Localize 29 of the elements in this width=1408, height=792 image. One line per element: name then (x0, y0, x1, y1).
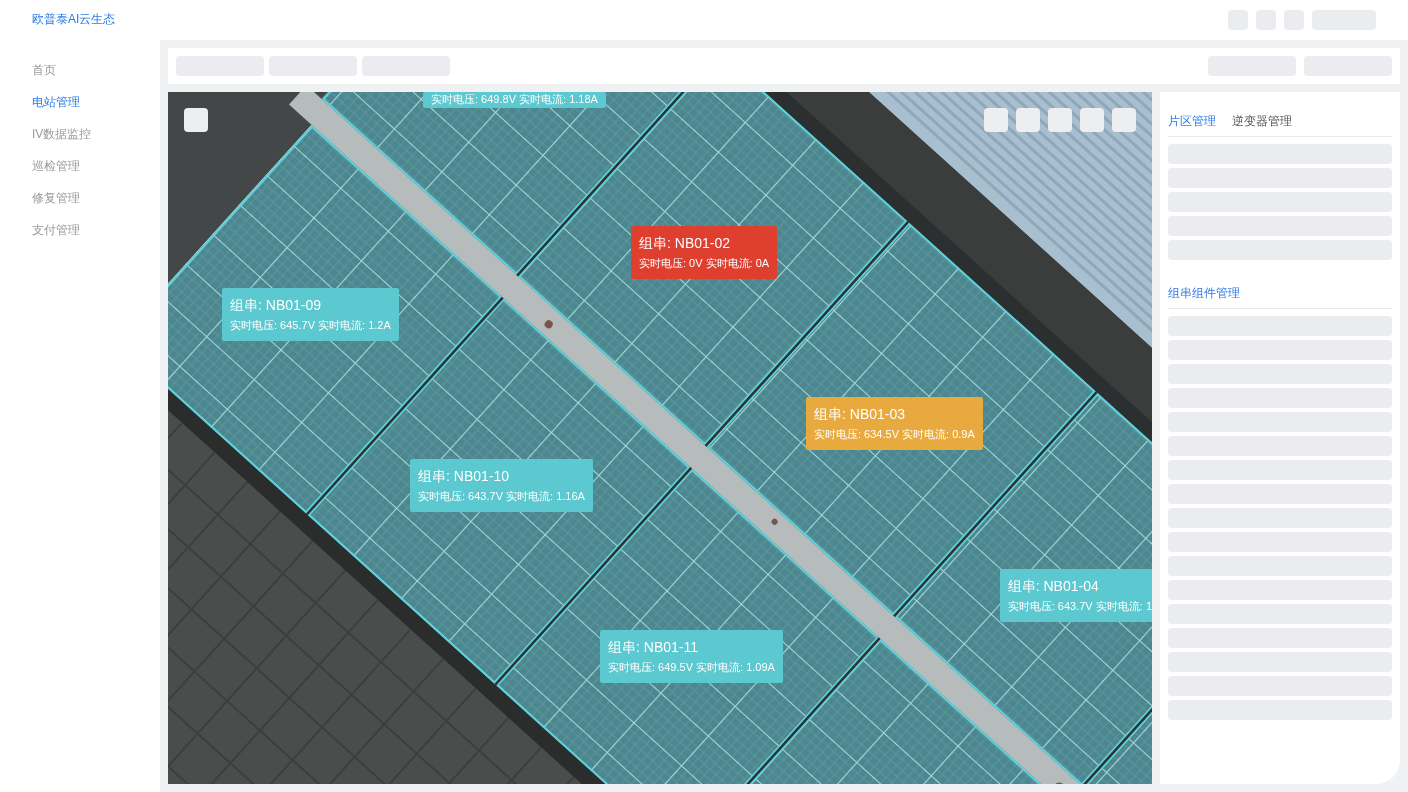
nav-item[interactable]: 修复管理 (32, 188, 80, 208)
nav-item[interactable]: IV数据监控 (32, 124, 92, 144)
string-title: 组串: NB01-04 (1007, 577, 1100, 596)
logo-text: 欧普泰AI云生态 (32, 11, 116, 27)
panel-tab[interactable]: 片区管理 (1168, 111, 1216, 131)
string-title: 组串: NB01-11 (608, 638, 699, 657)
string-reading: 实时电压: 649.5V 实时电流: 1.09A (608, 660, 775, 675)
placeholder-block (1112, 108, 1136, 132)
placeholder-block (184, 108, 208, 132)
placeholder-block (984, 108, 1008, 132)
string-title: 组串: NB01-10 (418, 467, 511, 486)
nav-item[interactable]: 巡检管理 (32, 156, 80, 176)
string-reading: 实时电压: 643.7V 实时电流: 1.16A (418, 489, 585, 504)
nav-item[interactable]: 首页 (32, 60, 56, 80)
section-title: 组串组件管理 (1168, 285, 1240, 302)
string-title: 组串: NB01-09 (230, 296, 323, 315)
string-title: 组串: NB01-02 (639, 234, 732, 253)
placeholder-block (1048, 108, 1072, 132)
string-reading: 实时电压: 645.7V 实时电流: 1.2A (230, 318, 391, 333)
string-title: 组串: NB01-03 (814, 405, 907, 424)
nav-item[interactable]: 支付管理 (32, 220, 80, 240)
placeholder-block (1016, 108, 1040, 132)
string-reading: 实时电压: 0V 实时电流: 0A (639, 256, 770, 271)
string-reading: 实时电压: 634.5V 实时电流: 0.9A (814, 427, 975, 442)
placeholder-block (1080, 108, 1104, 132)
string-reading: 实时电压: 649.8V 实时电流: 1.18A (431, 92, 598, 107)
panel-tab[interactable]: 逆变器管理 (1232, 111, 1292, 131)
nav-item[interactable]: 电站管理 (32, 92, 80, 112)
string-reading: 实时电压: 643.7V 实时电流: 1 (1007, 599, 1152, 614)
